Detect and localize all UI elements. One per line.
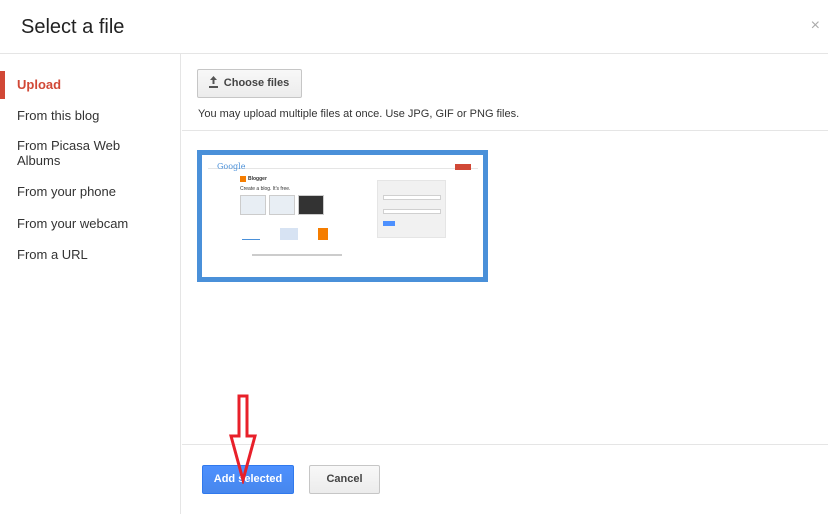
thumbnail-topbar: Google [208, 158, 478, 171]
thumbnail-footer-text [252, 254, 342, 256]
thumbnail-money-graphic [280, 228, 298, 240]
close-icon[interactable]: × [811, 16, 820, 36]
main-panel: Choose files You may upload multiple fil… [182, 54, 828, 514]
upload-area: Choose files You may upload multiple fil… [182, 54, 828, 131]
upload-hint: You may upload multiple files at once. U… [198, 108, 520, 120]
sidebar-item-from-a-url[interactable]: From a URL [0, 247, 181, 262]
blogger-icon [240, 176, 246, 182]
sidebar-item-upload[interactable]: Upload [0, 71, 181, 99]
sidebar-item-from-your-phone[interactable]: From your phone [0, 184, 181, 199]
thumbnail-email-field [383, 195, 441, 200]
sidebar-item-from-this-blog[interactable]: From this blog [0, 108, 181, 123]
thumbnail-logo: Google [217, 162, 246, 171]
cancel-button[interactable]: Cancel [309, 465, 380, 494]
upload-icon [209, 76, 218, 88]
thumbnail-signin-badge [455, 164, 471, 170]
thumbnail-stats-graphic [242, 228, 260, 240]
thumbnail-sample-image [298, 195, 324, 215]
source-sidebar: Upload From this blog From Picasa Web Al… [0, 54, 181, 514]
thumbnail-sample-image [269, 195, 295, 215]
select-file-dialog: Select a file × Upload From this blog Fr… [0, 0, 828, 514]
uploaded-image-thumbnail[interactable]: Google Blogger Create a blog. It's free. [197, 150, 488, 282]
thumbnail-sample-image [240, 195, 266, 215]
choose-files-button[interactable]: Choose files [197, 69, 302, 98]
thumbnail-password-field [383, 209, 441, 214]
sidebar-item-from-picasa-web-albums[interactable]: From Picasa Web Albums [0, 138, 140, 168]
dialog-footer: Add selected Cancel [182, 444, 828, 514]
dialog-header: Select a file × [0, 0, 828, 54]
dialog-title: Select a file [21, 16, 125, 38]
thumbnail-blogger-graphic [318, 228, 328, 240]
thumbnail-tagline: Create a blog. It's free. [240, 186, 291, 192]
thumbnail-blogger-label: Blogger [248, 176, 267, 182]
thumbnail-screenshot: Google Blogger Create a blog. It's free. [202, 155, 483, 277]
sidebar-item-from-your-webcam[interactable]: From your webcam [0, 216, 181, 231]
thumbnail-signin-button [383, 221, 395, 226]
choose-files-label: Choose files [223, 77, 290, 89]
add-selected-button[interactable]: Add selected [202, 465, 294, 494]
thumbnail-signin-form [377, 180, 446, 238]
